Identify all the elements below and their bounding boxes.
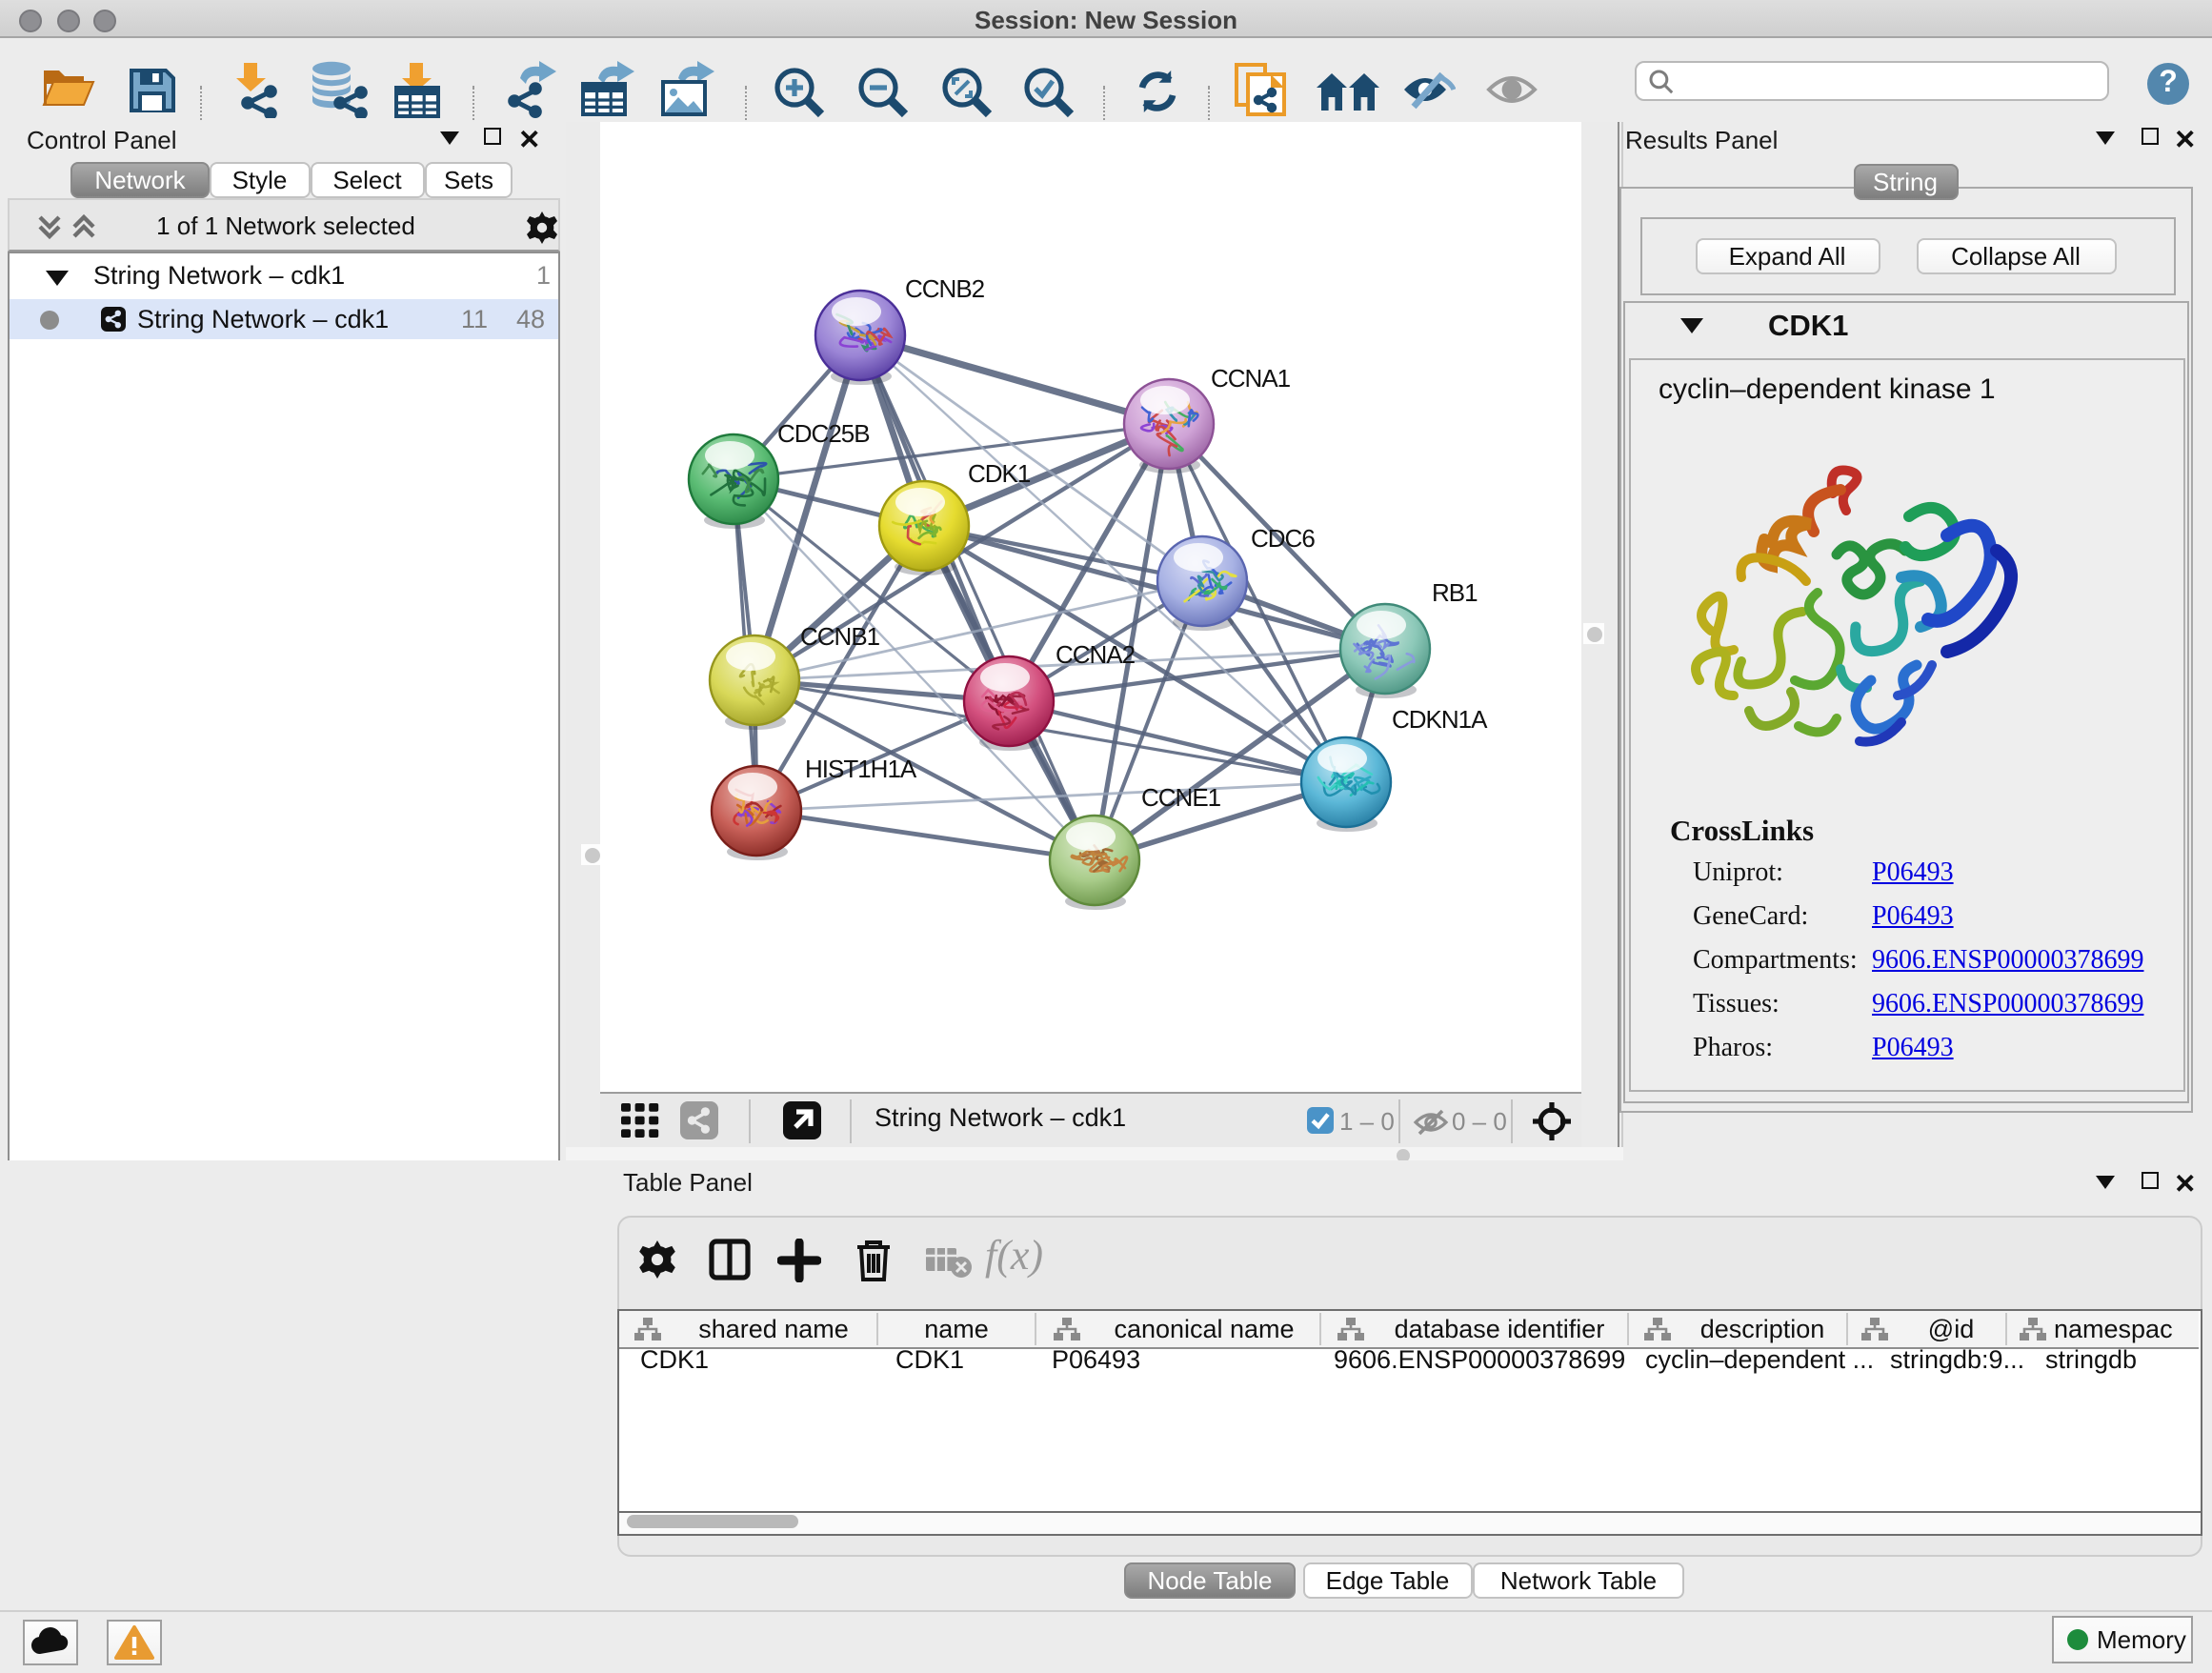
svg-text:CDKN1A: CDKN1A [1392, 705, 1488, 734]
svg-text:CCNB1: CCNB1 [800, 622, 880, 651]
svg-text:CCNA1: CCNA1 [1211, 364, 1291, 393]
svg-text:HIST1H1A: HIST1H1A [805, 755, 917, 783]
svg-text:CCNE1: CCNE1 [1141, 783, 1221, 812]
svg-text:CCNB2: CCNB2 [905, 274, 985, 303]
svg-text:CDK1: CDK1 [968, 459, 1031, 488]
svg-text:CCNA2: CCNA2 [1056, 640, 1136, 669]
svg-text:CDC25B: CDC25B [777, 419, 870, 448]
svg-text:CDC6: CDC6 [1251, 524, 1315, 553]
svg-text:RB1: RB1 [1432, 578, 1478, 607]
